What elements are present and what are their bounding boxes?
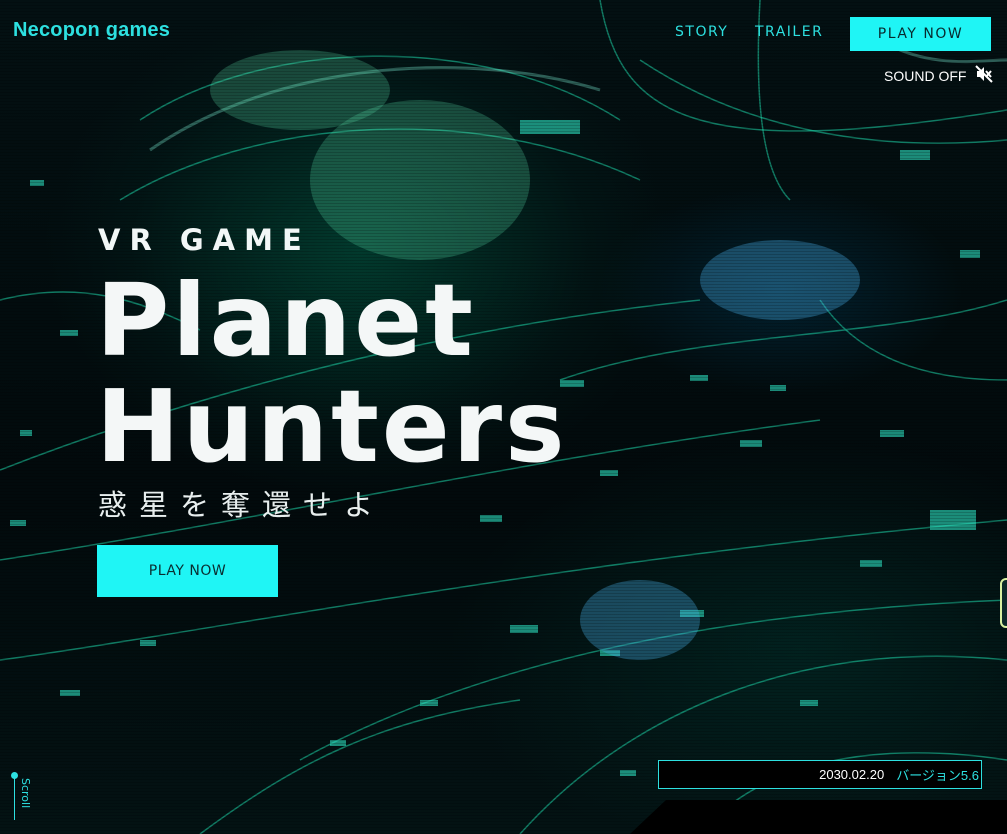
news-ticker[interactable]: 2030.02.20 バージョン5.6: [658, 760, 982, 789]
sound-label: SOUND OFF: [884, 68, 967, 84]
news-text[interactable]: バージョン5.6: [896, 765, 979, 784]
hero-title-line-1: Planet: [96, 262, 476, 379]
side-tab-handle[interactable]: [1000, 578, 1007, 628]
scroll-indicator[interactable]: Scroll: [10, 772, 40, 822]
hero-title-line-2: Hunters: [96, 368, 568, 485]
scroll-line: [14, 776, 15, 820]
hero-title: Planet Hunters: [96, 268, 568, 480]
site-header: Necopon games STORY TRAILER PLAY NOW SOU…: [0, 0, 1007, 84]
news-date: 2030.02.20: [819, 767, 885, 782]
site-logo[interactable]: Necopon games: [13, 19, 170, 42]
scroll-label: Scroll: [19, 778, 32, 809]
hero-tagline: 惑星を奪還せよ: [98, 488, 386, 522]
speaker-muted-icon: [974, 64, 994, 88]
header-play-now-button[interactable]: PLAY NOW: [850, 17, 991, 51]
scroll-dot: [11, 772, 18, 779]
nav-trailer-link[interactable]: TRAILER: [755, 24, 823, 40]
nav-story-link[interactable]: STORY: [675, 24, 728, 40]
sound-toggle[interactable]: SOUND OFF: [884, 64, 994, 88]
hero-play-now-button[interactable]: PLAY NOW: [97, 545, 278, 597]
corner-panel: [630, 800, 1007, 834]
hero-subtitle: VR GAME: [98, 223, 311, 257]
